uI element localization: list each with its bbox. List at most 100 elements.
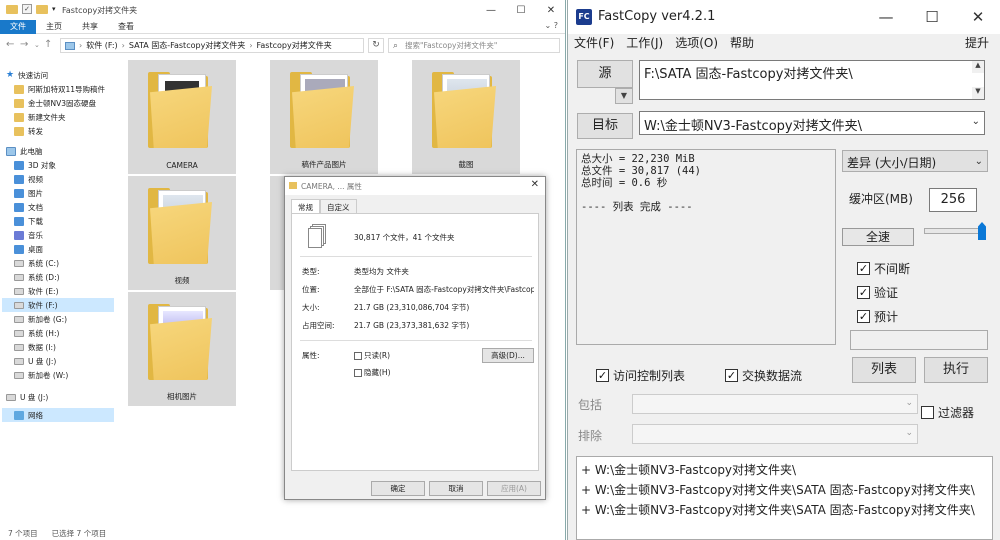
menu-help[interactable]: 帮助 [730, 34, 754, 52]
back-arrow-icon[interactable]: ← [6, 39, 14, 50]
disk-size-value: 21.7 GB (23,373,381,632 字节) [354, 321, 470, 330]
source-history-dropdown[interactable]: ▼ [615, 88, 633, 104]
tab-share[interactable]: 共享 [72, 20, 108, 34]
search-input[interactable]: ⌕ 搜索"Fastcopy对拷文件夹" [388, 38, 560, 53]
apply-button[interactable]: 应用(A) [487, 481, 541, 496]
estimate-checkbox[interactable]: ✓ 预计 [857, 308, 898, 325]
nav-music[interactable]: 音乐 [14, 228, 43, 242]
nav-pinned-folder[interactable]: 阿斯加特双11导购稿件 [14, 82, 105, 96]
breadcrumb-current[interactable]: Fastcopy对拷文件夹 [257, 40, 332, 51]
include-filter-input[interactable]: ⌄ [632, 394, 918, 414]
destination-button[interactable]: 目标 [577, 113, 633, 139]
menu-file[interactable]: 文件(F) [574, 34, 614, 52]
address-bar[interactable]: › 软件 (F:) › SATA 固态-Fastcopy对拷文件夹 › Fast… [60, 38, 364, 53]
cancel-button[interactable]: 取消 [429, 481, 483, 496]
new-folder-icon[interactable] [36, 4, 48, 14]
nav-downloads[interactable]: 下载 [14, 214, 43, 228]
menu-elevate[interactable]: 提升 [965, 34, 989, 51]
search-icon: ⌕ [393, 41, 399, 51]
usb-drive-icon [6, 393, 16, 401]
acl-checkbox[interactable]: ✓ 访问控制列表 [596, 367, 685, 384]
speed-slider[interactable] [924, 222, 988, 240]
chevron-down-icon[interactable]: ⌄ [34, 41, 40, 49]
nav-quick-access[interactable]: ★ 快速访问 [6, 68, 48, 82]
readonly-checkbox[interactable]: 只读(R) [354, 350, 390, 361]
explorer-ribbon: 文件 主页 共享 查看 ⌄ ? [0, 20, 565, 34]
list-button[interactable]: 列表 [852, 357, 916, 383]
folder-tile-videos[interactable]: 视频 [128, 176, 236, 290]
maximize-button[interactable]: ☐ [909, 0, 955, 34]
nav-usb-drive[interactable]: U 盘 (J:) [6, 390, 48, 404]
breadcrumb-drive[interactable]: 软件 (F:) [86, 40, 117, 51]
nav-3d-objects[interactable]: 3D 对象 [14, 158, 56, 172]
buffer-size-input[interactable]: 256 [929, 188, 977, 212]
folder-icon [148, 72, 214, 150]
nav-pinned-folder[interactable]: 金士顿NV3固态硬盘 [14, 96, 96, 110]
folder-tile-screenshots[interactable]: 截图 [412, 60, 520, 174]
folder-icon [14, 126, 24, 136]
properties-title-bar: CAMERA, ... 属性 ✕ [285, 177, 545, 195]
slider-thumb[interactable] [978, 222, 986, 240]
nav-this-pc[interactable]: 此电脑 [6, 144, 43, 158]
menu-job[interactable]: 工作(J) [626, 34, 663, 52]
source-path-input[interactable]: F:\SATA 固态-Fastcopy对拷文件夹\ ▲ ▼ [639, 60, 985, 100]
folder-tile-camera[interactable]: CAMERA [128, 60, 236, 174]
nav-pinned-folder[interactable]: 转发 [14, 124, 43, 138]
exclude-filter-input[interactable]: ⌄ [632, 424, 918, 444]
nav-drive[interactable]: 新加卷 (G:) [14, 312, 67, 326]
minimize-button[interactable]: — [476, 0, 506, 20]
execute-button[interactable]: 执行 [924, 357, 988, 383]
nav-drive[interactable]: 系统 (H:) [14, 326, 59, 340]
nav-drive[interactable]: 系统 (D:) [14, 270, 60, 284]
buffer-label: 缓冲区(MB) [849, 192, 913, 206]
list-item[interactable]: + W:\金士顿NV3-Fastcopy对拷文件夹\SATA 固态-Fastco… [581, 480, 988, 500]
close-button[interactable]: ✕ [955, 0, 1000, 34]
nav-pinned-folder[interactable]: 新建文件夹 [14, 110, 66, 124]
nav-videos[interactable]: 视频 [14, 172, 43, 186]
nav-drive[interactable]: U 盘 (J:) [14, 354, 56, 368]
destination-path-input[interactable]: W:\金士顿NV3-Fastcopy对拷文件夹\ ⌄ [639, 111, 985, 135]
tab-view[interactable]: 查看 [108, 20, 144, 34]
breadcrumb-parent[interactable]: SATA 固态-Fastcopy对拷文件夹 [129, 40, 245, 51]
folder-tile-camera-images[interactable]: 相机图片 [128, 292, 236, 406]
alt-streams-checkbox[interactable]: ✓ 交换数据流 [725, 367, 802, 384]
folder-tile-product-images[interactable]: 稿件产品图片 [270, 60, 378, 174]
nav-drive[interactable]: 软件 (E:) [14, 284, 59, 298]
tab-home[interactable]: 主页 [36, 20, 72, 34]
refresh-icon[interactable]: ↻ [368, 38, 384, 53]
list-item[interactable]: + W:\金士顿NV3-Fastcopy对拷文件夹\SATA 固态-Fastco… [581, 500, 988, 520]
maximize-button[interactable]: ☐ [506, 0, 536, 20]
copy-mode-select[interactable]: 差异 (大小/日期) ⌄ [842, 150, 988, 172]
nonstop-checkbox[interactable]: ✓ 不间断 [857, 260, 910, 277]
menu-options[interactable]: 选项(O) [675, 34, 718, 52]
tab-file[interactable]: 文件 [0, 20, 36, 34]
close-icon[interactable]: ✕ [531, 179, 539, 190]
nav-drive[interactable]: 系统 (C:) [14, 256, 59, 270]
nav-network[interactable]: 网络 [2, 408, 114, 422]
nav-drive[interactable]: 数据 (I:) [14, 340, 56, 354]
nav-desktop[interactable]: 桌面 [14, 242, 43, 256]
verify-checkbox[interactable]: ✓ 验证 [857, 284, 898, 301]
drive-icon [14, 273, 24, 281]
forward-arrow-icon[interactable]: → [20, 39, 28, 50]
nav-drive[interactable]: 新加卷 (W:) [14, 368, 68, 382]
close-button[interactable]: ✕ [536, 0, 565, 20]
advanced-button[interactable]: 高级(D)... [482, 348, 534, 363]
chevron-down-icon[interactable]: ⌄ [972, 116, 980, 127]
scroll-up-icon[interactable]: ▲ [972, 61, 984, 73]
hidden-checkbox[interactable]: 隐藏(H) [354, 367, 391, 378]
nav-documents[interactable]: 文档 [14, 200, 43, 214]
minimize-button[interactable]: — [863, 0, 909, 34]
source-button[interactable]: 源 [577, 60, 633, 88]
nav-pictures[interactable]: 图片 [14, 186, 43, 200]
filter-checkbox[interactable]: 过滤器 [921, 404, 974, 421]
expand-ribbon-icon[interactable]: ⌄ ? [545, 21, 559, 30]
chevron-down-icon[interactable]: ▾ [52, 5, 56, 13]
ok-button[interactable]: 确定 [371, 481, 425, 496]
up-arrow-icon[interactable]: ↑ [44, 39, 52, 50]
list-item[interactable]: + W:\金士顿NV3-Fastcopy对拷文件夹\ [581, 460, 988, 480]
folder-icon [148, 188, 214, 266]
scroll-down-icon[interactable]: ▼ [972, 87, 984, 99]
nav-drive-selected[interactable]: 软件 (F:) [2, 298, 114, 312]
checkmark-icon[interactable]: ✓ [22, 4, 32, 14]
